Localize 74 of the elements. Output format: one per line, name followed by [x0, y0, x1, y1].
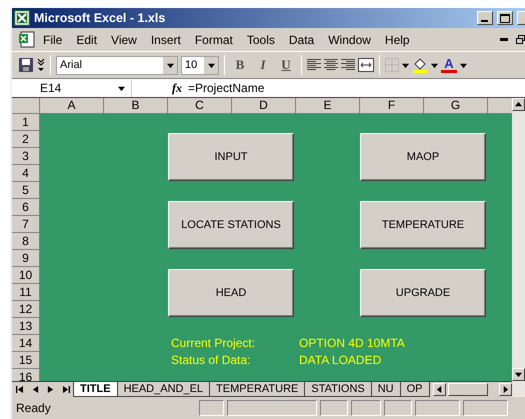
status-panel	[320, 400, 348, 416]
status-panel	[351, 400, 381, 416]
chevron-icon[interactable]	[37, 58, 45, 72]
menu-item[interactable]: File	[36, 32, 70, 46]
scroll-left-button[interactable]	[432, 383, 446, 396]
merge-icon[interactable]	[358, 58, 374, 72]
menu-item[interactable]: Data	[282, 32, 322, 46]
maximize-button[interactable]	[497, 11, 513, 25]
status-panel	[384, 400, 412, 416]
sheet-tab[interactable]: OP	[400, 382, 430, 397]
info-label: Status of Data:	[170, 352, 252, 369]
align-right-icon[interactable]	[341, 59, 355, 71]
up-arrow-icon	[515, 101, 522, 108]
macro-button[interactable]: HEAD	[168, 269, 294, 317]
font-size-dropdown[interactable]: 10	[181, 56, 219, 74]
right-arrow-icon	[502, 386, 509, 393]
first-sheet-icon	[16, 386, 24, 392]
sheet-tab[interactable]: STATIONS	[304, 382, 372, 397]
underline-button[interactable]: U	[276, 57, 296, 73]
sheet-tab[interactable]: TITLE	[73, 382, 118, 397]
bold-button[interactable]: B	[230, 57, 250, 73]
spreadsheet-icon	[14, 10, 30, 26]
status-panel	[199, 400, 224, 416]
caret-icon	[460, 62, 467, 68]
previous-sheet-icon	[32, 386, 39, 392]
menu-item[interactable]: Format	[188, 32, 240, 46]
last-sheet-icon	[62, 386, 70, 392]
align-left-icon[interactable]	[307, 59, 321, 71]
sheet-tab[interactable]: TEMPERATURE	[209, 382, 306, 397]
italic-button[interactable]: I	[253, 57, 273, 73]
caret-icon	[166, 62, 174, 68]
minimize-button[interactable]	[477, 11, 493, 25]
maximize-icon	[500, 14, 510, 22]
scroll-right-button[interactable]	[499, 383, 512, 396]
window-title: Microsoft Excel - 1.xls	[34, 11, 166, 25]
status-panel	[415, 400, 460, 416]
caret-icon	[118, 84, 125, 92]
macro-button[interactable]: TEMPERATURE	[360, 201, 486, 249]
macro-button[interactable]: UPGRADE	[360, 269, 486, 317]
caret-icon	[402, 62, 409, 68]
menu-item[interactable]: Help	[378, 32, 417, 46]
macro-button[interactable]: INPUT	[168, 133, 294, 181]
center-icon[interactable]	[324, 59, 338, 71]
menu-item[interactable]: Window	[321, 32, 378, 46]
menu-item[interactable]: Tools	[240, 32, 282, 46]
menu-item[interactable]: Edit	[69, 32, 104, 46]
fill-color-icon[interactable]	[412, 57, 428, 73]
info-label: Current Project:	[170, 335, 256, 352]
font-color-button[interactable]: A	[441, 58, 457, 72]
function-button[interactable]: fx	[132, 80, 188, 96]
menu-item[interactable]: View	[104, 32, 144, 46]
workbook-icon	[18, 31, 36, 48]
left-arrow-icon	[436, 386, 443, 393]
select-all-button[interactable]	[12, 98, 40, 114]
sheet-tab[interactable]: HEAD_AND_EL	[116, 382, 210, 397]
next-sheet-icon	[47, 386, 54, 392]
info-value: OPTION 4D 10MTA	[298, 335, 406, 352]
close-button[interactable]	[517, 11, 525, 25]
info-value: DATA LOADED	[298, 352, 382, 369]
vertical-scrollbar[interactable]	[512, 98, 525, 397]
caret-icon	[208, 62, 214, 68]
save-icon[interactable]	[18, 57, 34, 73]
restore-icon[interactable]	[516, 35, 525, 44]
scroll-thumb[interactable]	[448, 383, 488, 396]
formula-field[interactable]: =ProjectName	[188, 81, 264, 95]
macro-button[interactable]: MAOP	[360, 133, 486, 181]
sheet-tab[interactable]: NU	[370, 382, 401, 397]
down-arrow-icon	[515, 371, 522, 378]
macro-button[interactable]: LOCATE STATIONS	[168, 201, 294, 249]
font-dropdown[interactable]: Arial	[56, 56, 178, 74]
caret-icon	[431, 62, 438, 68]
status-text: Ready	[16, 401, 52, 415]
status-panel	[463, 400, 508, 416]
menu-item[interactable]: Insert	[144, 32, 188, 46]
